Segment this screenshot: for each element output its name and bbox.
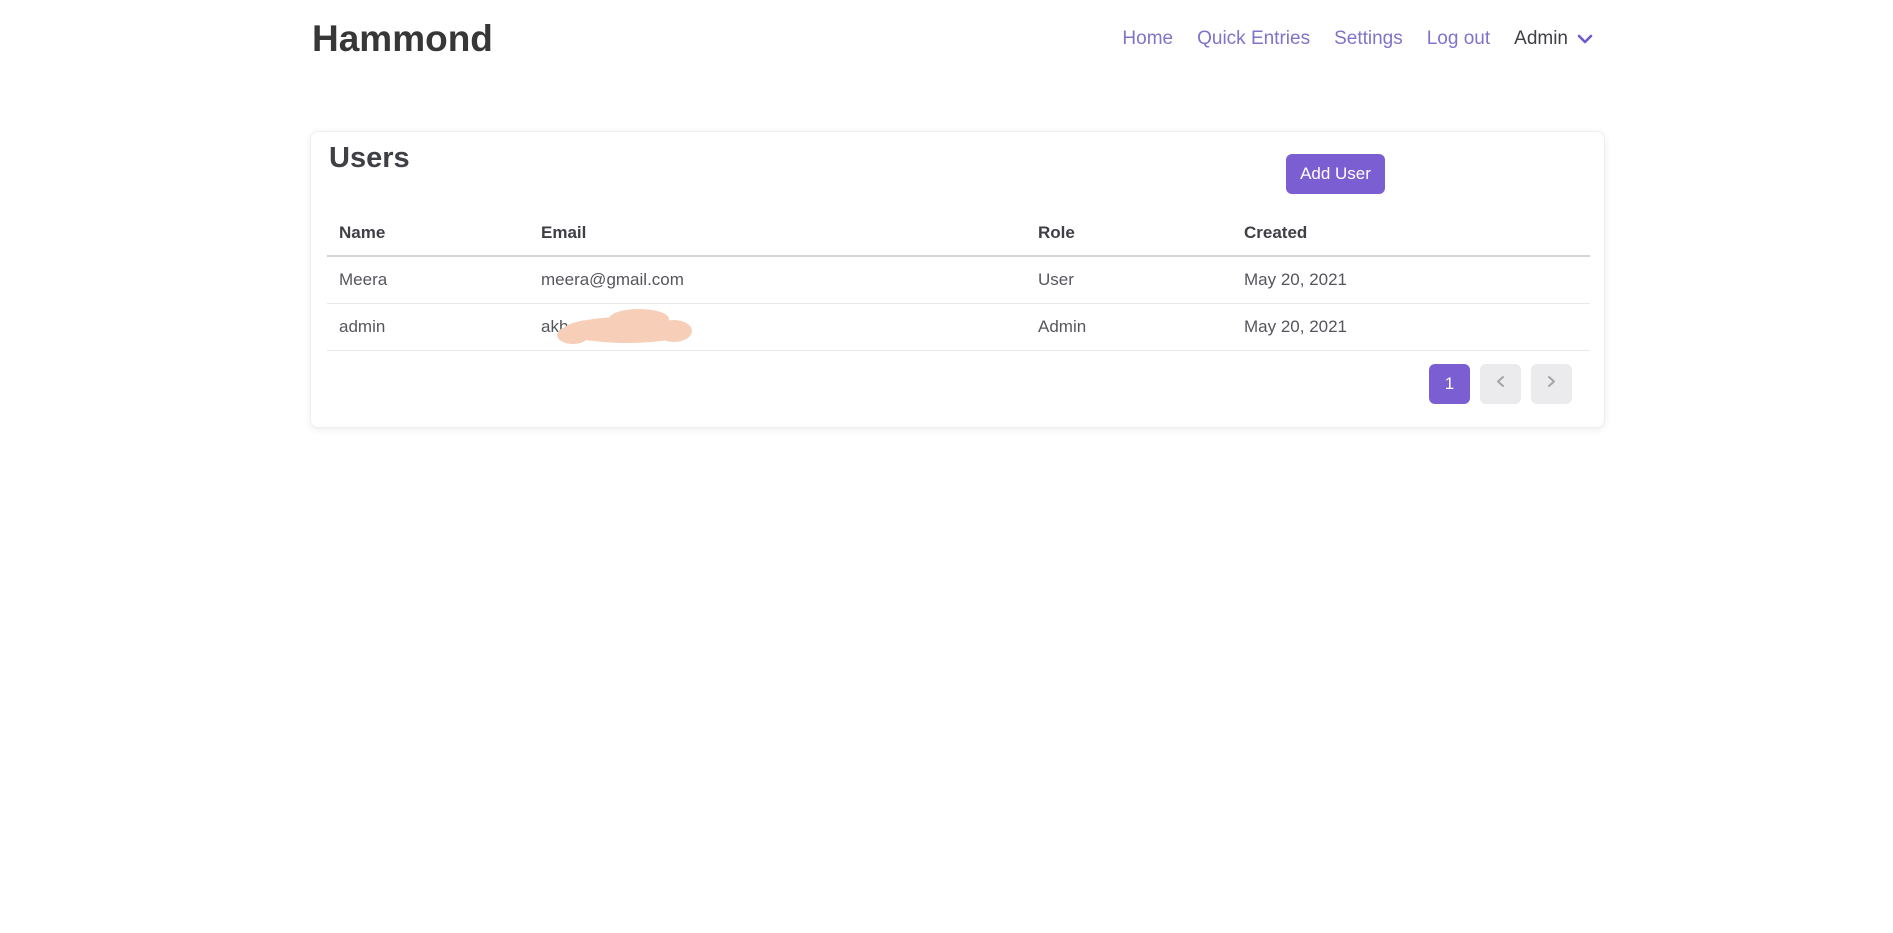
add-user-button[interactable]: Add User — [1286, 154, 1385, 194]
pagination-next-button[interactable] — [1531, 364, 1572, 404]
brand-logo[interactable]: Hammond — [312, 18, 493, 60]
cell-role: User — [1026, 256, 1232, 303]
top-header: Hammond Home Quick Entries Settings Log … — [312, 0, 1593, 78]
cell-name: Meera — [327, 256, 529, 303]
cell-created: May 20, 2021 — [1232, 256, 1590, 303]
chevron-down-icon — [1577, 34, 1593, 45]
cell-email: akh — [529, 303, 1026, 350]
cell-role: Admin — [1026, 303, 1232, 350]
table-header: Name Email Role Created — [327, 221, 1590, 256]
pagination-prev-button[interactable] — [1480, 364, 1521, 404]
nav-link-logout[interactable]: Log out — [1427, 28, 1490, 50]
col-header-name: Name — [327, 221, 529, 256]
col-header-created: Created — [1232, 221, 1590, 256]
main-nav: Home Quick Entries Settings Log out Admi… — [1122, 28, 1593, 50]
cell-email-visible-text: akh — [541, 317, 568, 336]
col-header-email: Email — [529, 221, 1026, 256]
nav-link-quick-entries[interactable]: Quick Entries — [1197, 28, 1310, 50]
chevron-right-icon — [1546, 374, 1557, 394]
user-menu[interactable]: Admin — [1514, 28, 1593, 50]
cell-email: meera@gmail.com — [529, 256, 1026, 303]
nav-link-settings[interactable]: Settings — [1334, 28, 1403, 50]
cell-created: May 20, 2021 — [1232, 303, 1590, 350]
table-row: admin akh Admin — [327, 303, 1590, 350]
users-table: Name Email Role Created Meera meera@gmai… — [327, 221, 1590, 351]
cell-name: admin — [327, 303, 529, 350]
nav-link-home[interactable]: Home — [1122, 28, 1173, 50]
page-title: Users — [329, 142, 410, 175]
pagination: 1 — [1429, 364, 1572, 404]
table-row: Meera meera@gmail.com User May 20, 2021 — [327, 256, 1590, 303]
email-redaction-scribble — [555, 306, 695, 355]
users-card: Users Add User Name Email Role Created M… — [310, 131, 1605, 428]
user-menu-label: Admin — [1514, 28, 1568, 50]
chevron-left-icon — [1495, 374, 1506, 394]
pagination-page-1[interactable]: 1 — [1429, 364, 1470, 404]
col-header-role: Role — [1026, 221, 1232, 256]
